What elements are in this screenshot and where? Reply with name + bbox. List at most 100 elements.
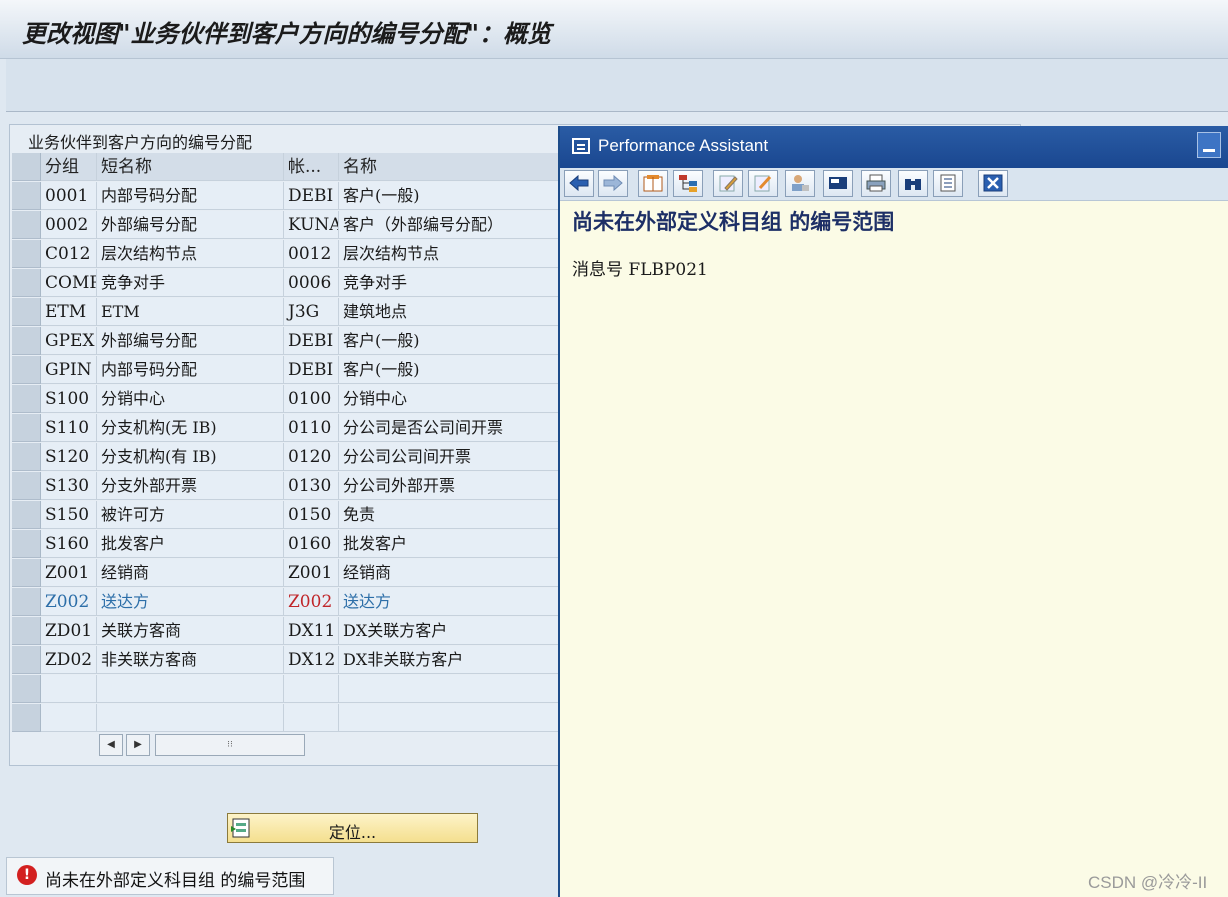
table-row[interactable]: Z002 送达方 Z002 送达方 [12,588,572,617]
table-cell[interactable]: 竞争对手 [97,269,284,297]
table-cell[interactable]: 0100 [284,385,339,413]
table-cell[interactable]: 0001 [41,182,97,210]
table-cell[interactable]: Z001 [284,559,339,587]
table-cell[interactable]: S160 [41,530,97,558]
table-row[interactable]: S160 批发客户 0160 批发客户 [12,530,572,559]
table-cell[interactable]: 0110 [284,414,339,442]
table-cell[interactable] [97,675,284,703]
row-selector[interactable] [12,182,41,210]
row-selector[interactable] [12,211,41,239]
table-cell[interactable]: 0006 [284,269,339,297]
table-cell[interactable]: 经销商 [97,559,284,587]
table-cell[interactable] [41,675,97,703]
table-cell[interactable]: 送达方 [339,588,572,616]
table-cell[interactable]: GPIN [41,356,97,384]
column-header-name[interactable]: 名称 [339,153,572,181]
technical-info-button[interactable] [638,170,668,197]
row-selector[interactable] [12,675,41,703]
table-row[interactable]: S150 被许可方 0150 免责 [12,501,572,530]
find-button[interactable] [898,170,928,197]
table-cell[interactable]: DX12 [284,646,339,674]
table-row[interactable]: GPIN 内部号码分配 DEBI 客户(一般) [12,356,572,385]
table-cell[interactable]: DX11 [284,617,339,645]
table-cell[interactable]: 0120 [284,443,339,471]
status-message[interactable]: ! 尚未在外部定义科目组 的编号范围 [6,857,334,895]
table-cell[interactable] [284,704,339,732]
row-selector[interactable] [12,617,41,645]
empty-table-row[interactable] [12,675,572,704]
back-button[interactable] [564,170,594,197]
table-row[interactable]: S120 分支机构(有 IB) 0120 分公司公司间开票 [12,443,572,472]
table-cell[interactable]: 分销中心 [339,385,572,413]
table-row[interactable]: 0002 外部编号分配 KUNA 客户（外部编号分配） [12,211,572,240]
table-cell[interactable]: DEBI [284,182,339,210]
table-row[interactable]: ZD01 关联方客商 DX11 DX关联方客户 [12,617,572,646]
table-cell[interactable]: DEBI [284,327,339,355]
table-cell[interactable]: 0002 [41,211,97,239]
settings-button[interactable] [933,170,963,197]
table-cell[interactable]: 0160 [284,530,339,558]
table-cell[interactable]: 内部号码分配 [97,182,284,210]
minimize-button[interactable] [1197,132,1221,158]
table-cell[interactable]: S110 [41,414,97,442]
table-cell[interactable]: 客户(一般) [339,356,572,384]
table-cell[interactable]: S120 [41,443,97,471]
table-cell[interactable]: S150 [41,501,97,529]
position-button[interactable]: 定位... [227,813,478,843]
table-cell[interactable]: 批发客户 [97,530,284,558]
forward-button[interactable] [598,170,628,197]
row-selector[interactable] [12,240,41,268]
user-settings-button[interactable] [785,170,815,197]
table-cell[interactable]: 分销中心 [97,385,284,413]
table-cell[interactable]: 层次结构节点 [339,240,572,268]
table-row[interactable]: 0001 内部号码分配 DEBI 客户(一般) [12,182,572,211]
table-cell[interactable]: DX非关联方客户 [339,646,572,674]
row-selector[interactable] [12,559,41,587]
table-cell[interactable]: 层次结构节点 [97,240,284,268]
table-row[interactable]: ZD02 非关联方客商 DX12 DX非关联方客户 [12,646,572,675]
table-cell[interactable]: 外部编号分配 [97,211,284,239]
table-cell[interactable]: ETM [41,298,97,326]
table-cell[interactable]: 0012 [284,240,339,268]
table-cell[interactable]: DX关联方客户 [339,617,572,645]
table-cell[interactable]: 分支机构(有 IB) [97,443,284,471]
column-header-short-name[interactable]: 短名称 [97,153,284,181]
table-cell[interactable]: 外部编号分配 [97,327,284,355]
table-row[interactable]: S110 分支机构(无 IB) 0110 分公司是否公司间开票 [12,414,572,443]
table-cell[interactable]: S100 [41,385,97,413]
scroll-track[interactable]: ⁝⁝ [155,734,305,756]
table-cell[interactable]: 分公司公司间开票 [339,443,572,471]
edit-button[interactable] [713,170,743,197]
table-row[interactable]: ETM ETM J3G 建筑地点 [12,298,572,327]
table-cell[interactable] [97,704,284,732]
link-button[interactable] [748,170,778,197]
table-cell[interactable]: DEBI [284,356,339,384]
table-cell[interactable]: Z001 [41,559,97,587]
table-cell[interactable]: 客户(一般) [339,182,572,210]
table-cell[interactable] [41,704,97,732]
table-cell[interactable]: 分支机构(无 IB) [97,414,284,442]
table-cell[interactable]: 0130 [284,472,339,500]
select-all-cell[interactable] [12,153,41,181]
table-cell[interactable]: ZD01 [41,617,97,645]
table-cell[interactable]: 分支外部开票 [97,472,284,500]
table-cell[interactable]: 经销商 [339,559,572,587]
table-row[interactable]: S100 分销中心 0100 分销中心 [12,385,572,414]
row-selector[interactable] [12,530,41,558]
table-cell[interactable]: COMP [41,269,97,297]
scroll-right-button[interactable]: ▶ [126,734,150,756]
table-cell[interactable]: 内部号码分配 [97,356,284,384]
row-selector[interactable] [12,356,41,384]
column-header-account-group[interactable]: 帐... [284,153,339,181]
table-cell[interactable]: 送达方 [97,588,284,616]
table-cell[interactable]: KUNA [284,211,339,239]
column-header-group[interactable]: 分组 [41,153,97,181]
table-cell[interactable]: ETM [97,298,284,326]
table-cell[interactable]: 被许可方 [97,501,284,529]
row-selector[interactable] [12,414,41,442]
table-cell[interactable] [284,675,339,703]
row-selector[interactable] [12,501,41,529]
table-cell[interactable]: J3G [284,298,339,326]
table-cell[interactable] [339,675,572,703]
row-selector[interactable] [12,443,41,471]
